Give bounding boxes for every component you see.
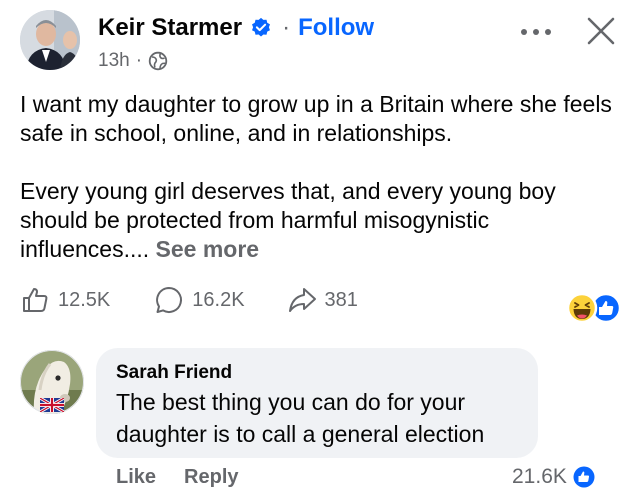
comment-reaction-count[interactable]: 21.6K bbox=[512, 465, 595, 489]
post-paragraph: Every young girl deserves that, and ever… bbox=[20, 177, 620, 264]
uk-flag-icon bbox=[40, 398, 64, 412]
commenter-avatar[interactable] bbox=[20, 350, 84, 414]
author-name[interactable]: Keir Starmer bbox=[98, 14, 242, 42]
post-actions: 12.5K 16.2K 381 bbox=[20, 282, 358, 318]
comment-count: 16.2K bbox=[192, 288, 245, 311]
share-action[interactable]: 381 bbox=[287, 285, 358, 315]
verified-badge-icon bbox=[252, 17, 271, 37]
comment-actions: Like Reply bbox=[116, 466, 239, 489]
author-avatar[interactable] bbox=[20, 10, 80, 70]
more-options-icon[interactable] bbox=[516, 22, 556, 42]
comment-text: The best thing you can do for your daugh… bbox=[116, 386, 484, 450]
share-icon bbox=[288, 288, 316, 312]
like-icon bbox=[23, 288, 48, 312]
close-icon[interactable] bbox=[586, 16, 616, 46]
post-paragraph: I want my daughter to grow up in a Brita… bbox=[20, 91, 612, 146]
comment-like-count: 21.6K bbox=[512, 465, 567, 488]
follow-button[interactable]: Follow bbox=[298, 14, 374, 42]
like-count: 12.5K bbox=[58, 288, 111, 311]
comment-action[interactable]: 16.2K bbox=[154, 285, 245, 315]
reaction-summary[interactable] bbox=[566, 290, 622, 326]
commenter-name[interactable]: Sarah Friend bbox=[116, 362, 232, 384]
globe-icon[interactable] bbox=[148, 51, 168, 71]
comment-bubble: Sarah Friend The best thing you can do f… bbox=[96, 348, 538, 458]
meta-separator: · bbox=[135, 50, 143, 71]
comment-text-line: daughter is to call a general election bbox=[116, 421, 485, 447]
comment-text-line: The best thing you can do for your bbox=[116, 389, 466, 415]
post-meta: 13h · bbox=[98, 50, 168, 72]
share-count: 381 bbox=[324, 288, 358, 311]
header-separator: · bbox=[282, 14, 291, 41]
haha-reaction-icon bbox=[566, 292, 598, 324]
comment-icon bbox=[156, 287, 183, 313]
like-reaction-icon bbox=[573, 466, 595, 488]
post-header: Keir Starmer · Follow bbox=[98, 14, 374, 42]
like-action[interactable]: 12.5K bbox=[20, 285, 110, 315]
post-paragraph-text: Every young girl deserves that, and ever… bbox=[20, 178, 556, 262]
post-body: I want my daughter to grow up in a Brita… bbox=[20, 90, 620, 264]
see-more-link[interactable]: See more bbox=[156, 236, 260, 262]
comment-like-button[interactable]: Like bbox=[116, 466, 156, 489]
post-timestamp[interactable]: 13h bbox=[98, 50, 130, 72]
comment-reply-button[interactable]: Reply bbox=[184, 466, 238, 489]
